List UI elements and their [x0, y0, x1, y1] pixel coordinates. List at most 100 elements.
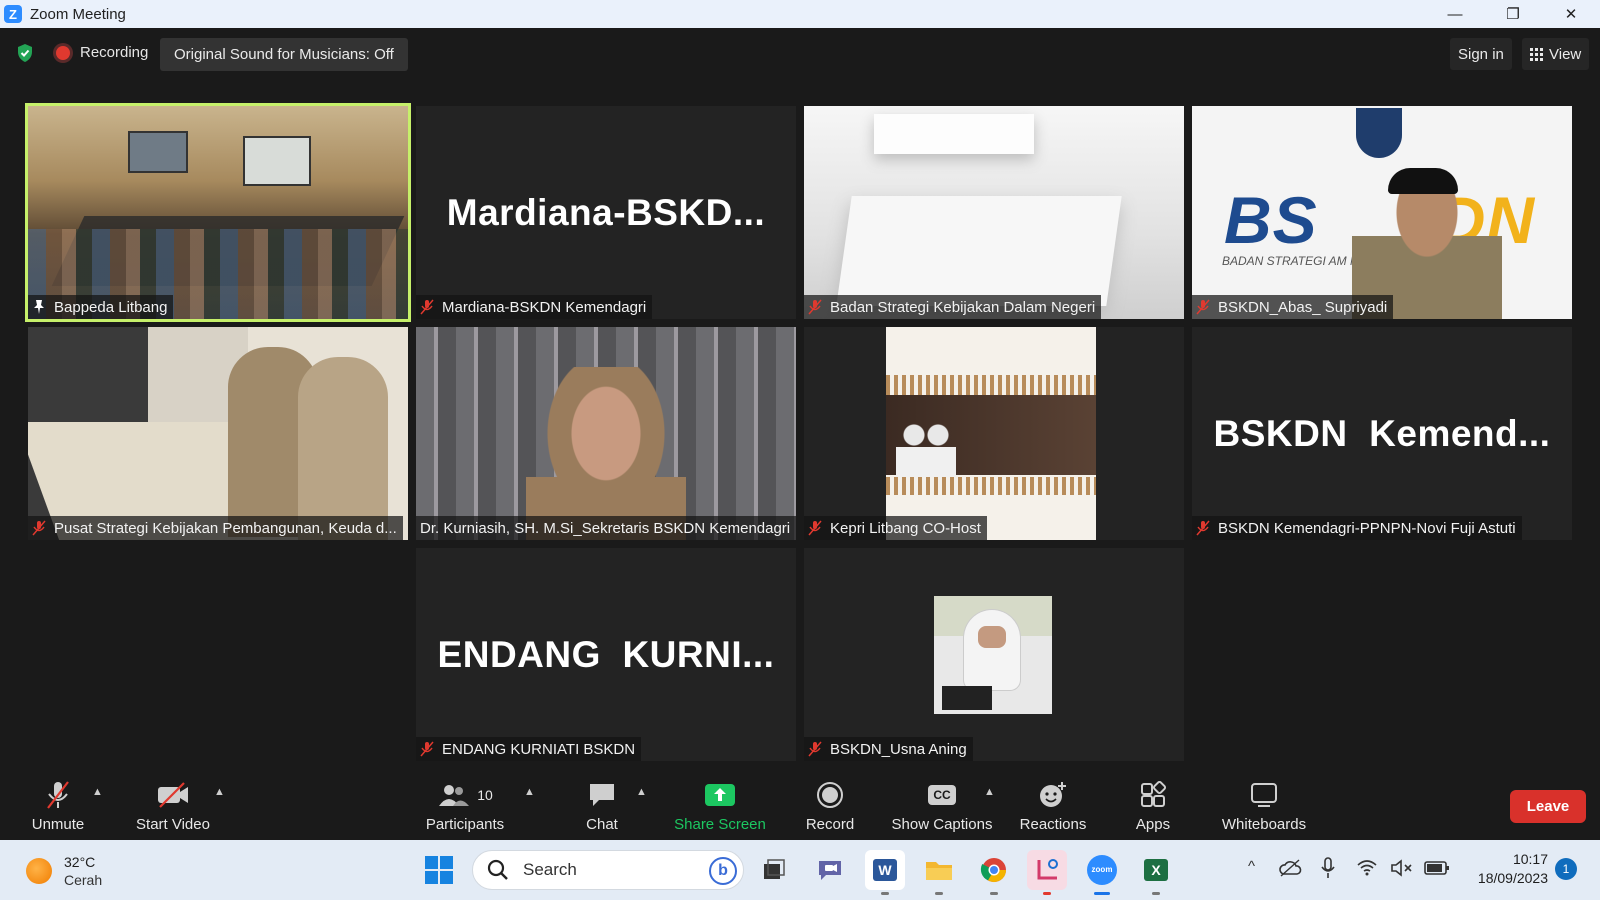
grid-icon: [1530, 47, 1543, 61]
video-tile-kurniasih[interactable]: Dr. Kurniasih, SH. M.Si_Sekretaris BSKDN…: [416, 327, 796, 540]
participant-name-tag: ENDANG KURNIATI BSKDN: [416, 737, 642, 761]
captions-icon: CC: [928, 785, 956, 805]
record-icon: [817, 782, 843, 808]
video-tile-novi-fuji-astuti[interactable]: BSKDN Kemend... BSKDN Kemendagri-PPNPN-N…: [1192, 327, 1572, 540]
video-tile-badan-strategi[interactable]: Badan Strategi Kebijakan Dalam Negeri: [804, 106, 1184, 319]
participants-button[interactable]: 10 Participants: [420, 774, 510, 840]
video-tile-kepri-litbang[interactable]: Kepri Litbang CO-Host: [804, 327, 1184, 540]
whiteboards-button[interactable]: Whiteboards: [1218, 774, 1310, 840]
muted-mic-icon: [47, 781, 69, 809]
video-tile-usna-aning[interactable]: BSKDN_Usna Aning: [804, 548, 1184, 761]
emblem-icon: [1356, 108, 1402, 158]
snipping-tool-icon[interactable]: [1027, 850, 1067, 895]
reactions-icon: [1040, 782, 1066, 807]
windows-start-icon[interactable]: [424, 855, 454, 885]
weather-condition: Cerah: [64, 872, 103, 888]
show-hidden-icons-chevron-icon[interactable]: ^: [1248, 858, 1255, 875]
sign-in-button[interactable]: Sign in: [1450, 38, 1512, 70]
search-placeholder: Search: [523, 860, 577, 879]
onedrive-cloud-icon[interactable]: [1278, 858, 1302, 878]
temperature: 32°C: [64, 854, 96, 870]
participant-name-tag: BSKDN_Usna Aning: [804, 737, 973, 761]
share-screen-button[interactable]: Share Screen: [670, 774, 770, 840]
video-tile-bappeda-litbang[interactable]: Bappeda Litbang: [25, 103, 411, 322]
chat-button[interactable]: Chat: [576, 774, 628, 840]
meeting-toolbar: Unmute ▲ Start Video ▲ 10 Participants ▲…: [0, 774, 1600, 840]
sun-icon: [26, 858, 52, 884]
meeting-top-bar: Recording Original Sound for Musicians: …: [0, 28, 1600, 80]
view-button[interactable]: View: [1522, 38, 1590, 70]
word-icon[interactable]: W: [865, 850, 905, 895]
video-feed: [416, 327, 796, 540]
participant-name-tag: BSKDN_Abas_ Supriyadi: [1192, 295, 1394, 319]
window-controls: — ❐ ✕: [1426, 0, 1600, 28]
taskbar-search-box[interactable]: Search b: [472, 850, 744, 890]
wifi-icon[interactable]: [1356, 858, 1378, 876]
clock-time: 10:17: [1512, 851, 1548, 867]
video-options-chevron-icon[interactable]: ▲: [214, 786, 225, 798]
reactions-button[interactable]: Reactions: [1018, 774, 1088, 840]
leave-button[interactable]: Leave: [1510, 790, 1586, 823]
clock-date: 18/09/2023: [1477, 870, 1548, 886]
restore-button[interactable]: ❐: [1484, 0, 1542, 28]
close-button[interactable]: ✕: [1542, 0, 1600, 28]
muted-mic-icon: [420, 741, 434, 757]
participant-name-tag: Mardiana-BSKDN Kemendagri: [416, 295, 653, 319]
recording-indicator[interactable]: Recording: [56, 44, 148, 61]
chat-chevron-icon[interactable]: ▲: [636, 786, 647, 798]
video-feed: BSDN BADAN STRATEGI AM NEGERI: [1192, 106, 1572, 319]
bing-icon[interactable]: b: [709, 857, 737, 885]
notification-badge[interactable]: 1: [1555, 858, 1577, 880]
recording-dot-icon: [56, 45, 70, 60]
start-video-button[interactable]: Start Video: [132, 774, 214, 840]
excel-icon[interactable]: X: [1136, 850, 1176, 895]
chat-icon: [590, 784, 614, 806]
microphone-icon[interactable]: [1320, 856, 1336, 880]
video-tile-pusat-strategi[interactable]: Pusat Strategi Kebijakan Pembangunan, Ke…: [28, 327, 408, 540]
participant-display-name: BSKDN Kemend...: [1213, 412, 1551, 454]
task-view-icon[interactable]: [754, 850, 794, 890]
zoom-taskbar-icon[interactable]: zoom: [1082, 850, 1122, 895]
apps-button[interactable]: Apps: [1130, 774, 1176, 840]
record-button[interactable]: Record: [798, 774, 862, 840]
battery-icon[interactable]: [1424, 860, 1450, 876]
video-tile-mardiana[interactable]: Mardiana-BSKD... Mardiana-BSKDN Kemendag…: [416, 106, 796, 319]
profile-picture: [934, 596, 1052, 714]
speaker-muted-icon[interactable]: [1390, 858, 1414, 878]
muted-mic-icon: [1196, 520, 1210, 536]
weather-widget[interactable]: 32°C Cerah: [26, 853, 102, 889]
chrome-icon[interactable]: [974, 850, 1014, 895]
participants-count: 10: [477, 787, 493, 803]
participant-name-tag: Bappeda Litbang: [28, 295, 174, 319]
participant-name-tag: Kepri Litbang CO-Host: [804, 516, 987, 540]
participants-chevron-icon[interactable]: ▲: [524, 786, 535, 798]
show-captions-button[interactable]: CC Show Captions: [888, 774, 996, 840]
participant-display-name: Mardiana-BSKD...: [446, 191, 766, 233]
video-feed: [28, 106, 408, 319]
captions-chevron-icon[interactable]: ▲: [984, 786, 995, 798]
video-feed: [28, 327, 408, 540]
unmute-button[interactable]: Unmute: [28, 774, 88, 840]
title-bar: Z Zoom Meeting — ❐ ✕: [0, 0, 1600, 28]
participant-name-tag: Badan Strategi Kebijakan Dalam Negeri: [804, 295, 1102, 319]
video-feed: [886, 327, 1096, 540]
video-tile-abas-supriyadi[interactable]: BSDN BADAN STRATEGI AM NEGERI BSKDN_Abas…: [1192, 106, 1572, 319]
original-sound-button[interactable]: Original Sound for Musicians: Off: [160, 38, 408, 71]
video-off-icon: [158, 782, 188, 808]
minimize-button[interactable]: —: [1426, 0, 1484, 28]
muted-mic-icon: [808, 299, 822, 315]
muted-mic-icon: [808, 520, 822, 536]
zoom-app-icon: Z: [4, 5, 22, 23]
participant-name-tag: BSKDN Kemendagri-PPNPN-Novi Fuji Astuti: [1192, 516, 1522, 540]
system-clock[interactable]: 10:17 18/09/2023: [1466, 850, 1548, 888]
share-screen-icon: [705, 784, 735, 806]
participant-name-tag: Pusat Strategi Kebijakan Pembangunan, Ke…: [28, 516, 403, 540]
participant-display-name: ENDANG KURNI...: [437, 633, 775, 675]
file-explorer-icon[interactable]: [919, 850, 959, 895]
muted-mic-icon: [1196, 299, 1210, 315]
video-tile-endang-kurniati[interactable]: ENDANG KURNI... ENDANG KURNIATI BSKDN: [416, 548, 796, 761]
audio-options-chevron-icon[interactable]: ▲: [92, 786, 103, 798]
shield-check-icon[interactable]: [16, 43, 34, 63]
windows-taskbar: 32°C Cerah Search b W zoom X ^ 10:17 18/…: [0, 840, 1600, 900]
teams-chat-icon[interactable]: [810, 850, 850, 890]
